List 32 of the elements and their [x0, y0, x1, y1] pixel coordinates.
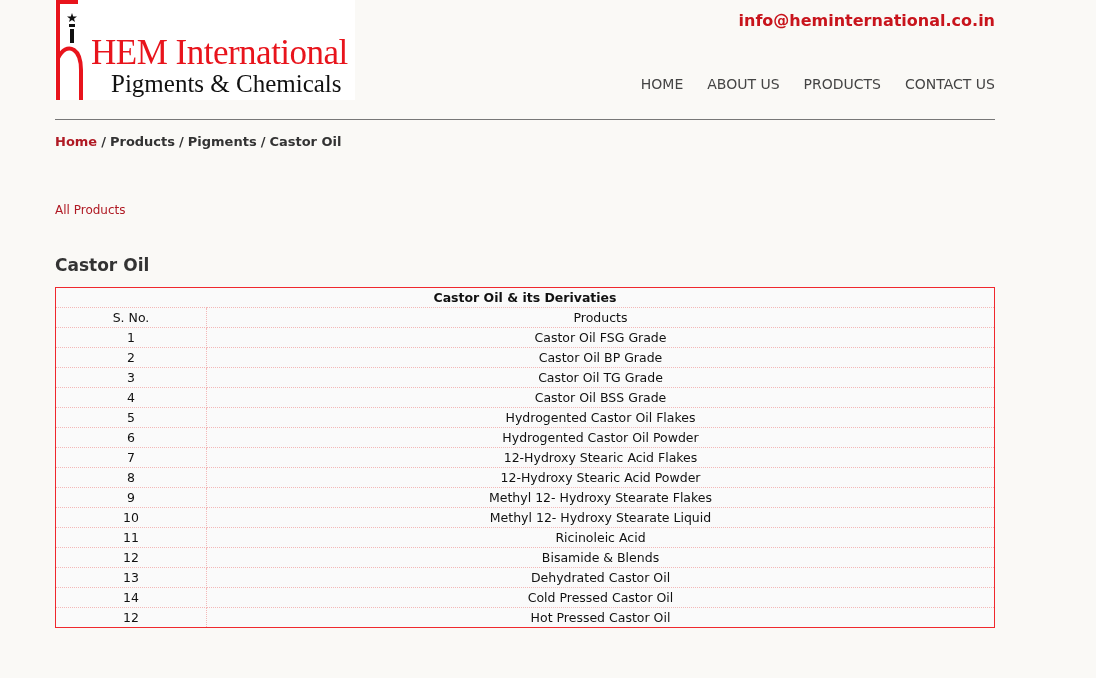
breadcrumb-link[interactable]: Home — [55, 134, 98, 149]
all-products-link[interactable]: All Products — [55, 203, 126, 217]
logo-name: HEM International — [91, 36, 348, 70]
column-header: S. No. — [55, 307, 207, 328]
table-cell: 13 — [55, 567, 207, 588]
table-cell: 1 — [55, 327, 207, 348]
table-cell: 3 — [55, 367, 207, 388]
table-cell: 7 — [55, 447, 207, 468]
table-cell: 5 — [55, 407, 207, 428]
breadcrumb-separator: / — [260, 134, 266, 149]
table-cell: 10 — [55, 507, 207, 528]
table-cell: 14 — [55, 587, 207, 608]
breadcrumb-separator: / — [101, 134, 106, 149]
table-cell: 9 — [55, 487, 207, 508]
table-cell: 12 — [55, 547, 207, 568]
breadcrumb-item: Products — [109, 134, 176, 149]
table-cell: 8 — [55, 467, 207, 488]
breadcrumb-item: Pigments — [187, 134, 257, 149]
nav-link[interactable]: HOME — [640, 76, 684, 92]
logo-tagline: Pigments & Chemicals — [111, 70, 343, 98]
breadcrumb-item: Castor Oil — [269, 134, 342, 149]
table-cell: 4 — [55, 387, 207, 408]
table-cell: 2 — [55, 347, 207, 368]
email-link[interactable]: info@heminternational.co.in — [738, 11, 995, 30]
nav-link[interactable]: CONTACT US — [905, 76, 995, 92]
company-logo[interactable]: HEM International Pigments & Chemicals — [55, 0, 355, 100]
table-cell: 11 — [55, 527, 207, 548]
breadcrumb-separator: / — [179, 134, 184, 149]
page-heading: Castor Oil — [55, 255, 151, 275]
nav-link[interactable]: ABOUT US — [707, 76, 780, 92]
table-cell: 6 — [55, 427, 207, 448]
nav-link[interactable]: PRODUCTS — [803, 76, 881, 92]
